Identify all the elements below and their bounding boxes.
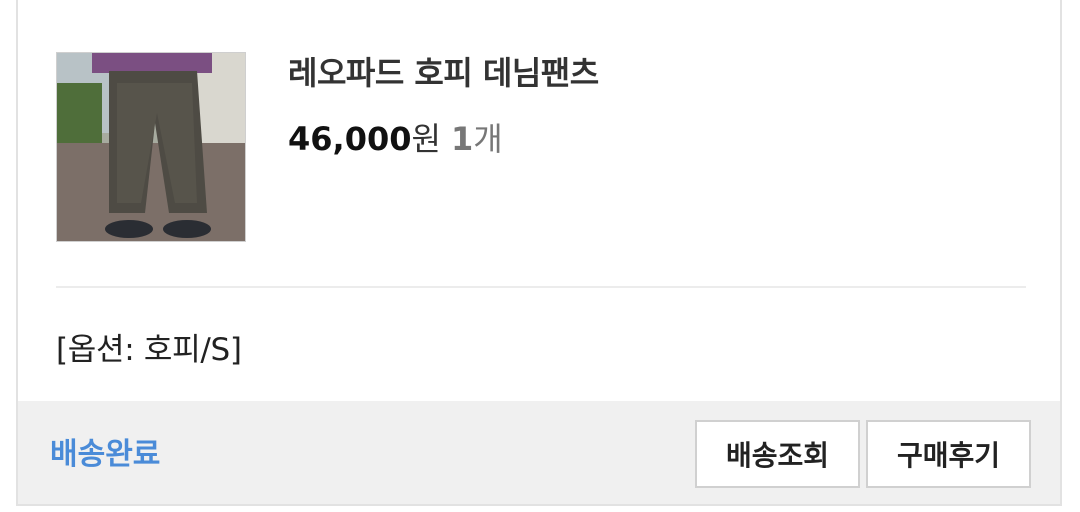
product-price: 46,000 — [288, 120, 412, 158]
price-line: 46,000원 1개 — [288, 114, 503, 160]
track-delivery-button[interactable]: 배송조회 — [695, 420, 860, 488]
product-name[interactable]: 레오파드 호피 데님팬츠 — [288, 48, 599, 94]
price-unit: 원 — [411, 120, 441, 158]
write-review-button[interactable]: 구매후기 — [866, 420, 1031, 488]
divider — [56, 286, 1026, 288]
quantity-unit: 개 — [473, 120, 503, 158]
delivery-status: 배송완료 — [50, 437, 161, 472]
product-option: [옵션: 호피/S] — [56, 332, 242, 368]
product-photo-icon — [57, 53, 245, 241]
order-item-footer: 배송완료 배송조회 구매후기 — [18, 401, 1060, 504]
order-item-card: 레오파드 호피 데님팬츠 46,000원 1개 [옵션: 호피/S] 배송완료 배… — [16, 0, 1062, 506]
product-thumbnail[interactable] — [56, 52, 246, 242]
product-quantity: 1 — [450, 120, 474, 158]
